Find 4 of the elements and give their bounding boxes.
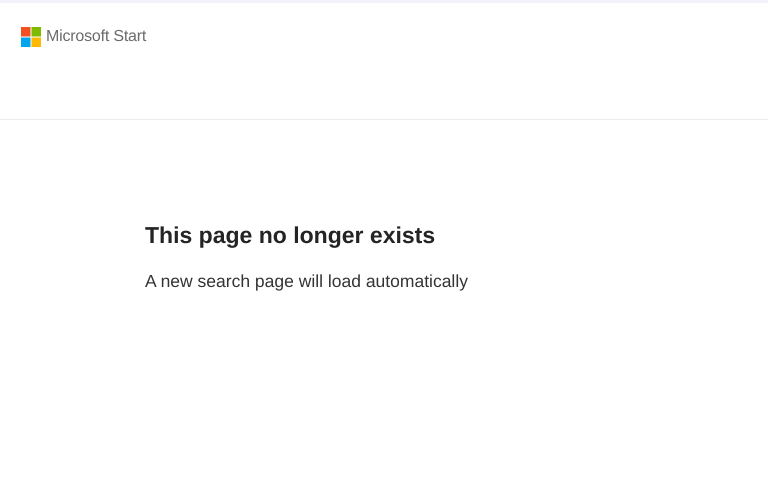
status-message: A new search page will load automatically [145,270,469,293]
logo-icon[interactable] [21,27,41,47]
page-title: This page no longer exists [145,221,436,249]
brand-name[interactable]: Microsoft Start [46,28,146,46]
